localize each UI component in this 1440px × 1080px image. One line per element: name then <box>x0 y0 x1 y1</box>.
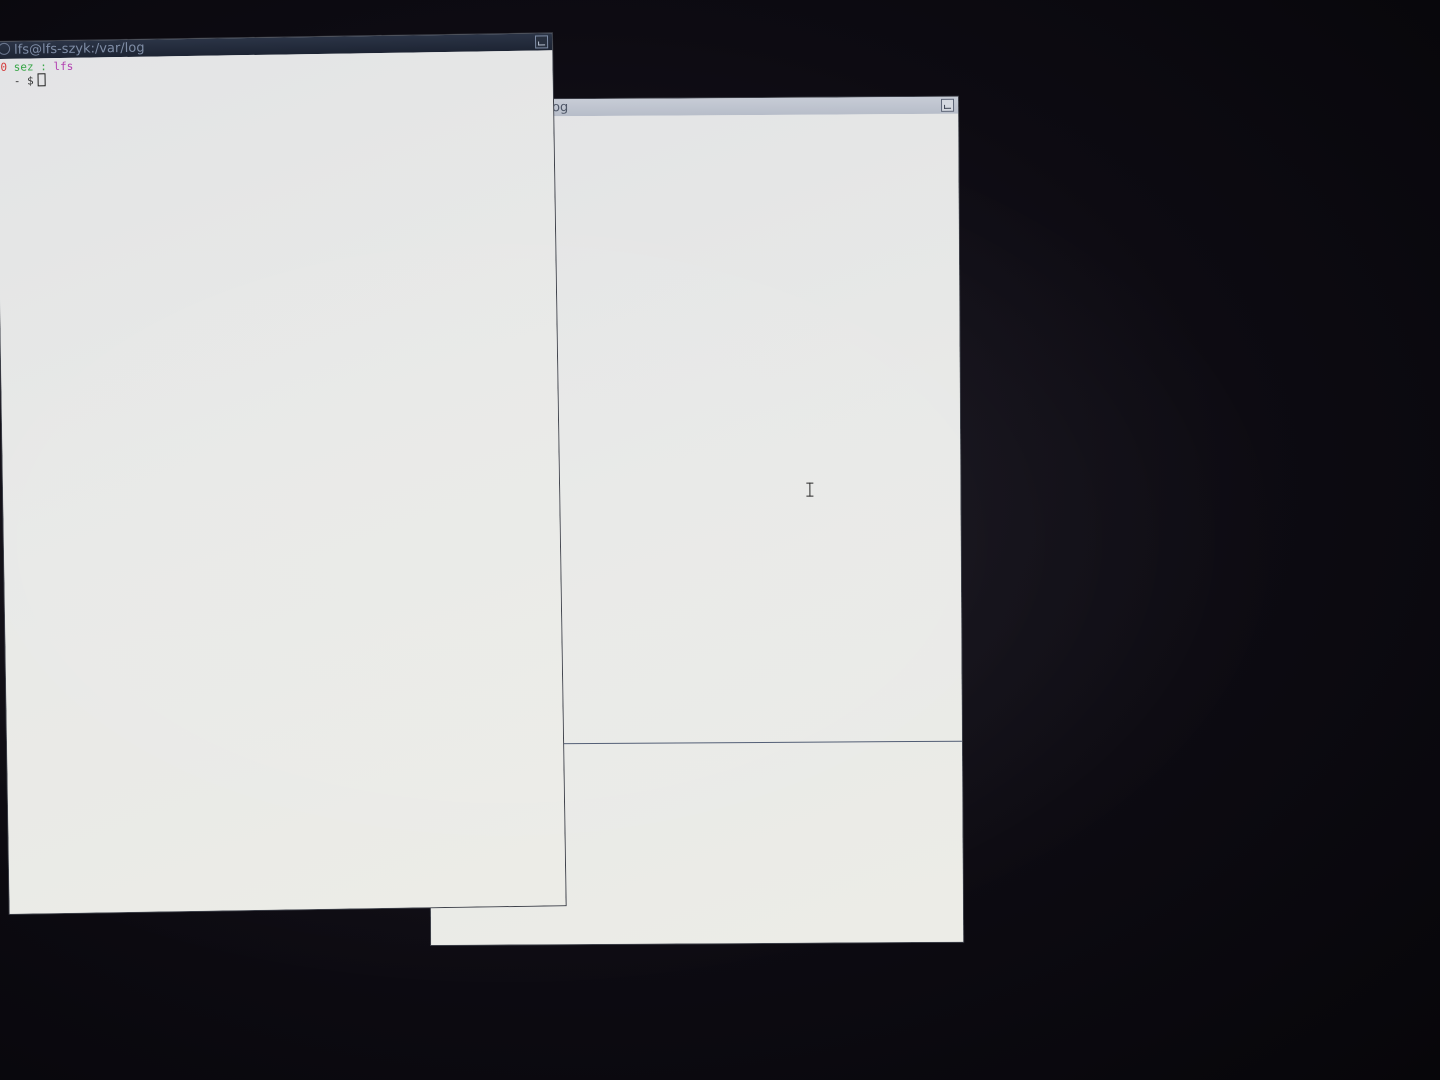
prompt-dir: - <box>13 74 21 88</box>
terminal-content[interactable]: 0 sez : lfs - $ <box>0 50 566 914</box>
window-title: lfs@lfs-szyk:/var/log <box>14 40 145 58</box>
prompt-separator: : <box>40 60 47 74</box>
prompt-symbol: $ <box>27 74 34 88</box>
prompt-status: 0 <box>0 60 8 74</box>
block-cursor-icon <box>37 73 46 87</box>
prompt-user: sez <box>13 60 34 74</box>
terminal-window-front[interactable]: lfs@lfs-szyk:/var/log 0 sez : lfs - $ <box>0 33 566 914</box>
i-beam-cursor-icon <box>806 483 814 497</box>
maximize-button[interactable] <box>941 98 955 112</box>
maximize-button[interactable] <box>534 35 549 49</box>
prompt-host: lfs <box>53 59 74 74</box>
desktop: /log lfs@lfs-szyk:/var/log 0 sez : lfs -… <box>0 0 1440 1080</box>
terminal-icon <box>0 42 11 55</box>
terminal-output[interactable]: 0 sez : lfs - $ <box>0 60 73 88</box>
